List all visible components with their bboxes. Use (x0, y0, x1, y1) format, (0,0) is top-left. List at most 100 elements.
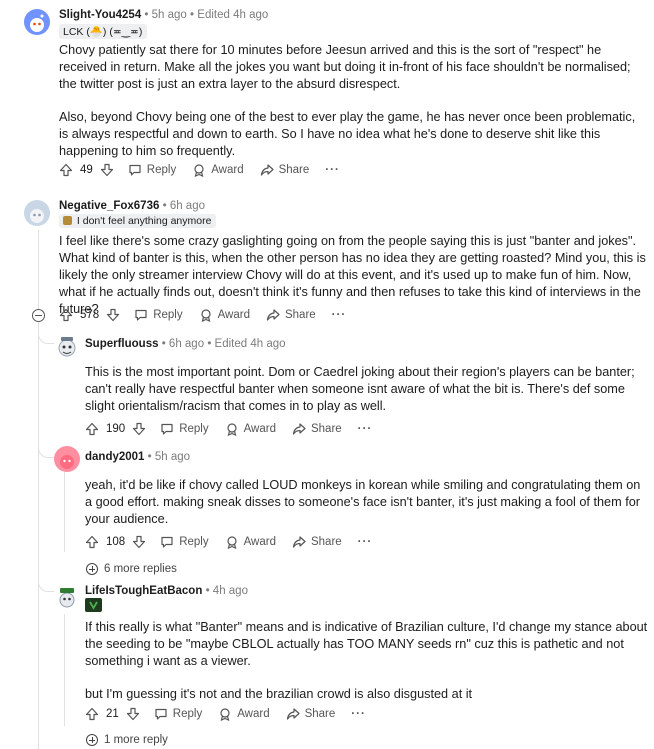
award-button[interactable]: Award (199, 308, 250, 322)
award-button[interactable]: Award (225, 422, 276, 436)
thread-line[interactable] (38, 322, 39, 749)
check-icon (89, 601, 98, 610)
upvote-icon[interactable] (59, 163, 73, 177)
reply-icon (155, 708, 167, 720)
comment-actions: 578 Reply Award Share ··· (59, 304, 346, 326)
comment-meta: Superfluouss • 6h ago • Edited 4h ago (85, 338, 286, 350)
edited-label: Edited 4h ago (214, 338, 286, 350)
share-icon (292, 423, 306, 435)
flair-emoji-icon (85, 598, 102, 612)
user-flair: LCK (🐣) (≖‿≖) (59, 24, 148, 39)
plus-circle-icon (86, 563, 98, 575)
share-icon (266, 309, 280, 321)
author-name[interactable]: dandy2001 (85, 451, 144, 463)
snoo-avatar-icon (59, 588, 75, 608)
share-button[interactable]: Share (292, 535, 342, 549)
share-button[interactable]: Share (266, 308, 316, 322)
downvote-icon[interactable] (132, 422, 146, 436)
comment-actions: 21 Reply Award Share ··· (85, 703, 366, 725)
vote-group: 49 (59, 163, 114, 177)
collapse-thread-button[interactable] (32, 309, 45, 322)
upvote-icon[interactable] (85, 535, 99, 549)
thread-line[interactable] (38, 230, 39, 310)
reply-button[interactable]: Reply (128, 163, 176, 177)
thread-branch (38, 322, 54, 344)
award-button[interactable]: Award (192, 163, 244, 177)
award-icon (194, 164, 204, 177)
snoo-avatar-icon (30, 14, 44, 32)
share-icon (260, 164, 274, 176)
avatar[interactable] (54, 585, 80, 611)
comment-paragraph: Chovy patiently sat there for 10 minutes… (59, 43, 631, 91)
user-flair: I don't feel anything anymore (59, 214, 217, 228)
more-options-button[interactable]: ··· (325, 164, 340, 176)
reply-icon (161, 423, 173, 435)
thread-branch (38, 570, 54, 592)
award-icon (226, 536, 237, 549)
author-name[interactable]: Negative_Fox6736 (59, 200, 159, 212)
comment-meta: Negative_Fox6736 • 6h ago (59, 200, 205, 212)
downvote-icon[interactable] (126, 707, 140, 721)
more-options-button[interactable]: ··· (358, 423, 373, 435)
reply-button[interactable]: Reply (160, 535, 209, 549)
timestamp[interactable]: 4h ago (213, 585, 248, 597)
share-button[interactable]: Share (292, 422, 342, 436)
comment-paragraph: Also, beyond Chovy being one of the best… (59, 110, 636, 158)
comment-actions: 49 Reply Award Share ··· (59, 159, 340, 181)
downvote-icon[interactable] (132, 535, 146, 549)
reply-button[interactable]: Reply (160, 422, 209, 436)
more-replies-button[interactable]: 6 more replies (86, 563, 177, 575)
upvote-icon[interactable] (59, 308, 73, 322)
comment-actions: 190 Reply Award Share ··· (85, 418, 372, 440)
more-options-button[interactable]: ··· (332, 309, 347, 321)
reply-icon (135, 309, 147, 321)
more-options-button[interactable]: ··· (358, 536, 373, 548)
vote-count: 578 (80, 309, 100, 321)
more-replies-button[interactable]: 1 more reply (86, 734, 168, 746)
avatar[interactable] (24, 9, 50, 35)
timestamp[interactable]: 6h ago (170, 200, 205, 212)
award-button[interactable]: Award (225, 535, 276, 549)
upvote-icon[interactable] (85, 707, 99, 721)
vote-count: 190 (106, 423, 126, 435)
vote-count: 21 (106, 708, 119, 720)
timestamp[interactable]: 5h ago (155, 451, 190, 463)
flair-emoji-icon (63, 216, 72, 225)
snoo-avatar-icon (60, 455, 74, 469)
author-name[interactable]: Superfluouss (85, 338, 158, 350)
downvote-icon[interactable] (100, 163, 114, 177)
vote-group: 190 (85, 422, 146, 436)
more-options-button[interactable]: ··· (351, 708, 366, 720)
timestamp[interactable]: 6h ago (169, 338, 204, 350)
comment-paragraph: This is the most important point. Dom or… (85, 365, 635, 413)
share-icon (286, 708, 300, 720)
thread-line[interactable] (64, 614, 65, 726)
upvote-icon[interactable] (85, 422, 99, 436)
share-icon (292, 536, 306, 548)
vote-group: 578 (59, 308, 120, 322)
thread-line[interactable] (64, 472, 65, 552)
edited-label: Edited 4h ago (197, 9, 269, 21)
comment-meta: dandy2001 • 5h ago (85, 451, 191, 463)
snoo-avatar-icon (58, 337, 76, 357)
award-button[interactable]: Award (218, 707, 270, 721)
downvote-icon[interactable] (106, 308, 120, 322)
avatar[interactable] (54, 446, 80, 472)
vote-group: 108 (85, 535, 146, 549)
vote-count: 49 (80, 164, 93, 176)
reply-button[interactable]: Reply (154, 707, 202, 721)
comment-body: Chovy patiently sat there for 10 minutes… (59, 42, 647, 176)
comment-paragraph: If this really is what "Banter" means an… (85, 620, 648, 668)
author-name[interactable]: Slight-You4254 (59, 9, 141, 21)
share-button[interactable]: Share (286, 707, 335, 721)
comment-paragraph: but I'm guessing it's not and the brazil… (85, 687, 473, 701)
timestamp[interactable]: 5h ago (152, 9, 187, 21)
plus-circle-icon (86, 734, 98, 746)
author-name[interactable]: LifeIsToughEatBacon (85, 585, 202, 597)
avatar[interactable] (24, 200, 50, 226)
reply-button[interactable]: Reply (134, 308, 183, 322)
avatar[interactable] (54, 334, 80, 360)
snoo-avatar-icon (30, 209, 44, 223)
share-button[interactable]: Share (260, 163, 309, 177)
award-icon (200, 309, 211, 322)
